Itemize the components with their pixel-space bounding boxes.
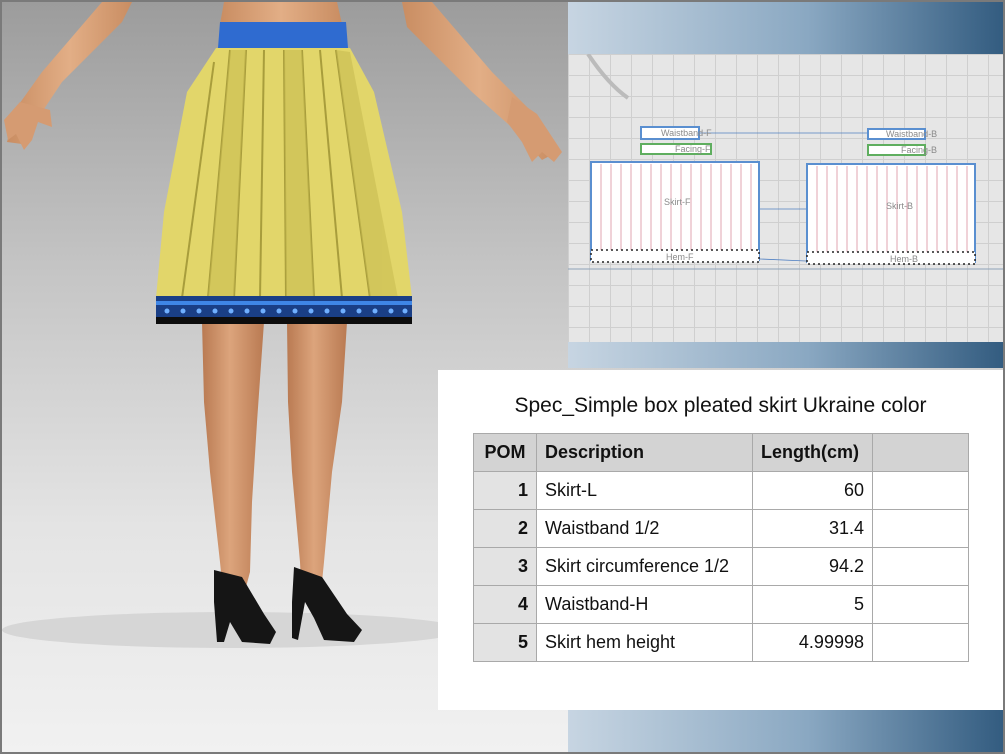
piece-label: Facing-F — [675, 144, 711, 154]
torso — [220, 2, 342, 24]
header-pom: POM — [473, 433, 537, 472]
piece-skirt-b[interactable]: Skirt-B — [806, 163, 976, 263]
hem-stripe — [156, 301, 412, 305]
cell-pom: 1 — [473, 471, 537, 510]
table-row: 1 Skirt-L 60 — [473, 471, 969, 510]
screenshot-frame: Waistband-F Facing-F Waistband-B Facing-… — [0, 0, 1005, 754]
pattern-2d-window: Waistband-F Facing-F Waistband-B Facing-… — [568, 2, 1003, 368]
cell-length: 60 — [752, 471, 873, 510]
spec-title: Spec_Simple box pleated skirt Ukraine co… — [514, 394, 927, 417]
piece-label: Skirt-F — [664, 197, 691, 207]
cell-length: 94.2 — [752, 547, 873, 586]
right-hand — [507, 97, 562, 162]
cell-pom: 5 — [473, 623, 537, 662]
header-extra — [872, 433, 969, 472]
piece-label: Hem-B — [890, 254, 918, 264]
piece-hem-b[interactable]: Hem-B — [806, 251, 976, 265]
seam-line-hem — [759, 258, 807, 262]
left-hand — [4, 102, 52, 150]
right-leg — [287, 322, 347, 602]
cell-extra — [872, 623, 969, 662]
cell-length: 4.99998 — [752, 623, 873, 662]
cell-extra — [872, 585, 969, 624]
piece-label: Waistband-B — [886, 129, 937, 139]
cell-description: Waistband 1/2 — [536, 509, 753, 548]
skirt-waistband — [218, 22, 348, 48]
header-length: Length(cm) — [752, 433, 873, 472]
piece-waistband-b[interactable]: Waistband-B — [867, 128, 937, 140]
table-row: 4 Waistband-H 5 — [473, 585, 969, 624]
header-description: Description — [536, 433, 753, 472]
piece-label: Hem-F — [666, 252, 694, 262]
spec-table-card: Spec_Simple box pleated skirt Ukraine co… — [438, 370, 1003, 710]
cell-pom: 4 — [473, 585, 537, 624]
piece-facing-b[interactable]: Facing-B — [867, 144, 937, 156]
cell-length: 31.4 — [752, 509, 873, 548]
piece-label: Waistband-F — [661, 128, 712, 138]
left-leg — [202, 322, 264, 602]
cell-extra — [872, 547, 969, 586]
table-row: 5 Skirt hem height 4.99998 — [473, 623, 969, 662]
cell-pom: 3 — [473, 547, 537, 586]
cell-description: Skirt circumference 1/2 — [536, 547, 753, 586]
piece-facing-f[interactable]: Facing-F — [640, 143, 712, 155]
pattern-pieces: Waistband-F Facing-F Waistband-B Facing-… — [568, 54, 1003, 270]
cell-extra — [872, 509, 969, 548]
table-row: 2 Waistband 1/2 31.4 — [473, 509, 969, 548]
cell-description: Waistband-H — [536, 585, 753, 624]
piece-label: Facing-B — [901, 145, 937, 155]
pattern-canvas[interactable]: Waistband-F Facing-F Waistband-B Facing-… — [568, 54, 1003, 342]
hem-bottom-edge — [156, 317, 412, 324]
piece-skirt-f[interactable]: Skirt-F — [590, 161, 760, 261]
cell-extra — [872, 471, 969, 510]
cell-description: Skirt hem height — [536, 623, 753, 662]
cell-pom: 2 — [473, 509, 537, 548]
cell-length: 5 — [752, 585, 873, 624]
piece-label: Skirt-B — [886, 201, 913, 211]
cell-description: Skirt-L — [536, 471, 753, 510]
piece-waistband-f[interactable]: Waistband-F — [640, 126, 712, 140]
selection-arc — [586, 54, 630, 100]
piece-hem-f[interactable]: Hem-F — [590, 249, 760, 263]
spec-header-row: POM Description Length(cm) — [473, 433, 969, 472]
spec-table: POM Description Length(cm) 1 Skirt-L 60 … — [473, 433, 969, 662]
bottom-window-strip — [568, 710, 1003, 752]
table-row: 3 Skirt circumference 1/2 94.2 — [473, 547, 969, 586]
